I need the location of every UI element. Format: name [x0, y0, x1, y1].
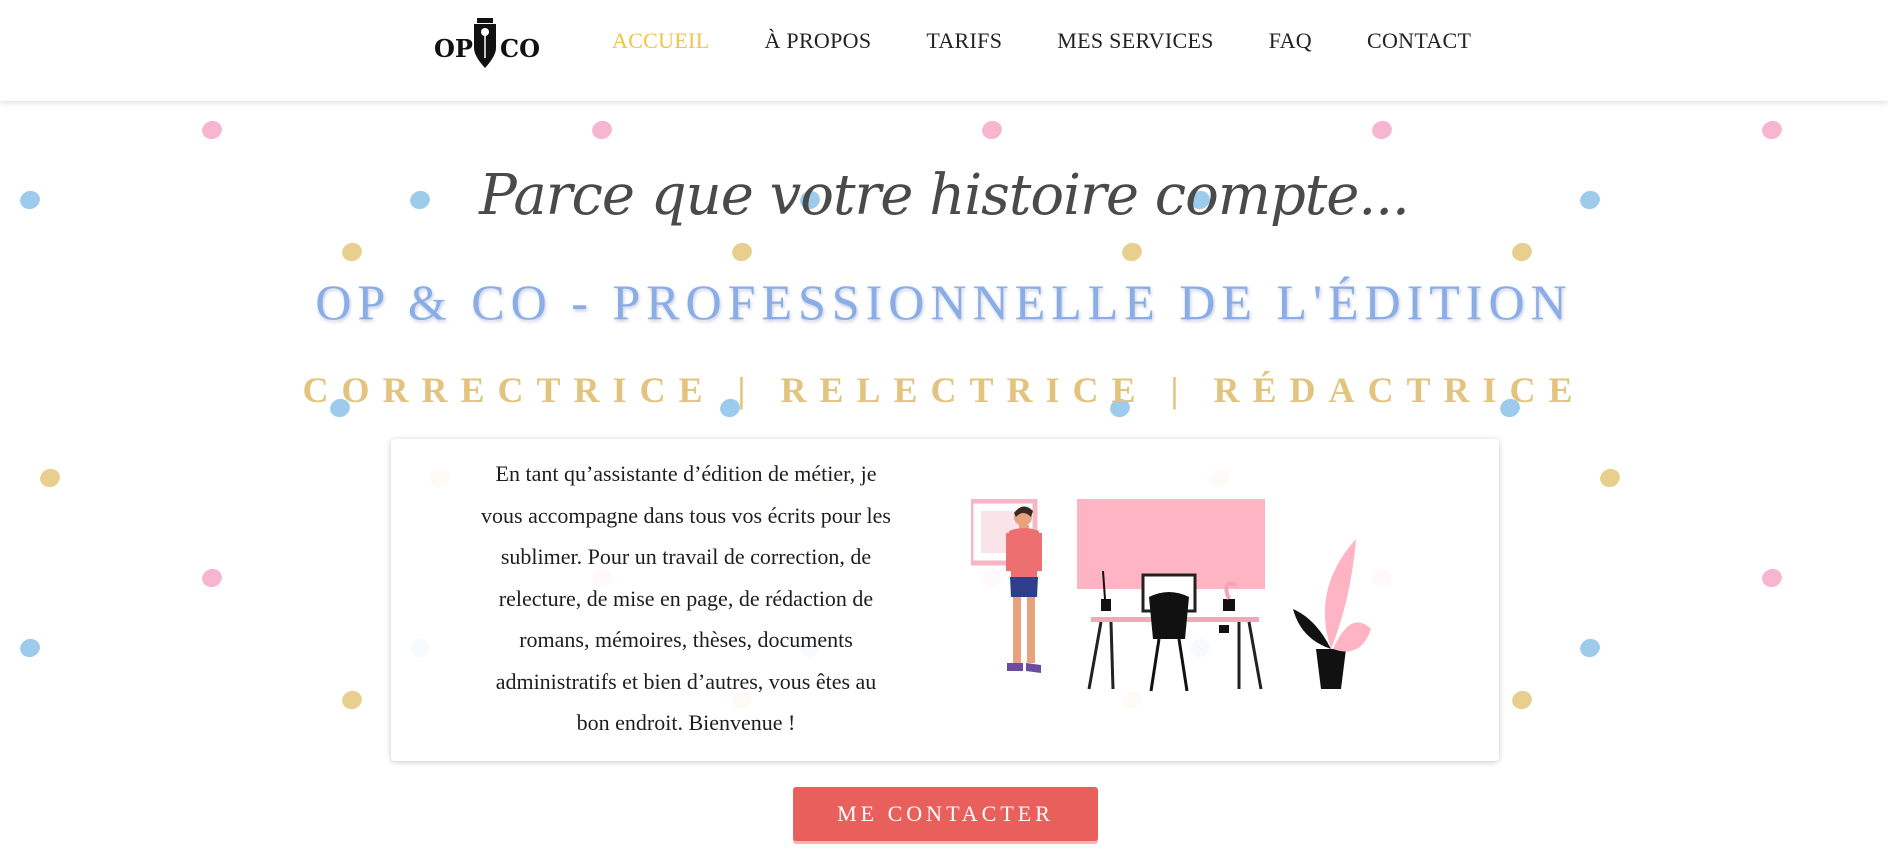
nav-item-tarifs[interactable]: TARIFS [926, 28, 1002, 54]
logo-text-left: OP [434, 34, 473, 63]
decorative-dot [1119, 240, 1145, 264]
woman-at-desk-illustration [971, 499, 1371, 692]
decorative-dot [1597, 466, 1623, 490]
intro-card: En tant qu’assistante d’édition de métie… [391, 439, 1499, 761]
intro-text: En tant qu’assistante d’édition de métie… [481, 461, 891, 735]
fountain-pen-nib-icon [474, 18, 496, 80]
decorative-dot [1509, 240, 1535, 264]
logo-text-right: CO [500, 34, 541, 63]
nav-item-mes-services[interactable]: MES SERVICES [1057, 28, 1213, 54]
decorative-dot [199, 118, 225, 142]
decorative-dot [1759, 566, 1785, 590]
decorative-dot [1369, 118, 1395, 142]
decorative-dot [339, 240, 365, 264]
decorative-dot [1577, 636, 1603, 660]
main-nav: ACCUEIL À PROPOS TARIFS MES SERVICES FAQ… [612, 28, 1526, 54]
decorative-dot [979, 118, 1005, 142]
decorative-dot [1509, 688, 1535, 712]
decorative-dot [1759, 118, 1785, 142]
hero-title: OP & CO - PROFESSIONNELLE DE L'ÉDITION [315, 274, 1573, 330]
decorative-dot [339, 688, 365, 712]
decorative-dot [589, 118, 615, 142]
decorative-dot [17, 636, 43, 660]
hero-roles: CORRECTRICE | RELECTRICE | RÉDACTRICE [302, 370, 1586, 410]
contact-button[interactable]: ME CONTACTER [793, 787, 1098, 841]
decorative-dot [729, 240, 755, 264]
hero-tagline: Parce que votre histoire compte... [479, 163, 1410, 228]
nav-item-faq[interactable]: FAQ [1269, 28, 1312, 54]
nav-item-a-propos[interactable]: À PROPOS [764, 28, 871, 54]
nav-item-contact[interactable]: CONTACT [1367, 28, 1471, 54]
site-logo[interactable]: OP CO [434, 18, 541, 80]
decorative-dot [199, 566, 225, 590]
nav-item-accueil[interactable]: ACCUEIL [612, 28, 709, 54]
site-header: OP CO ACCUEIL À PROPOS TARIFS MES SERVIC… [0, 0, 1888, 101]
decorative-dot [37, 466, 63, 490]
